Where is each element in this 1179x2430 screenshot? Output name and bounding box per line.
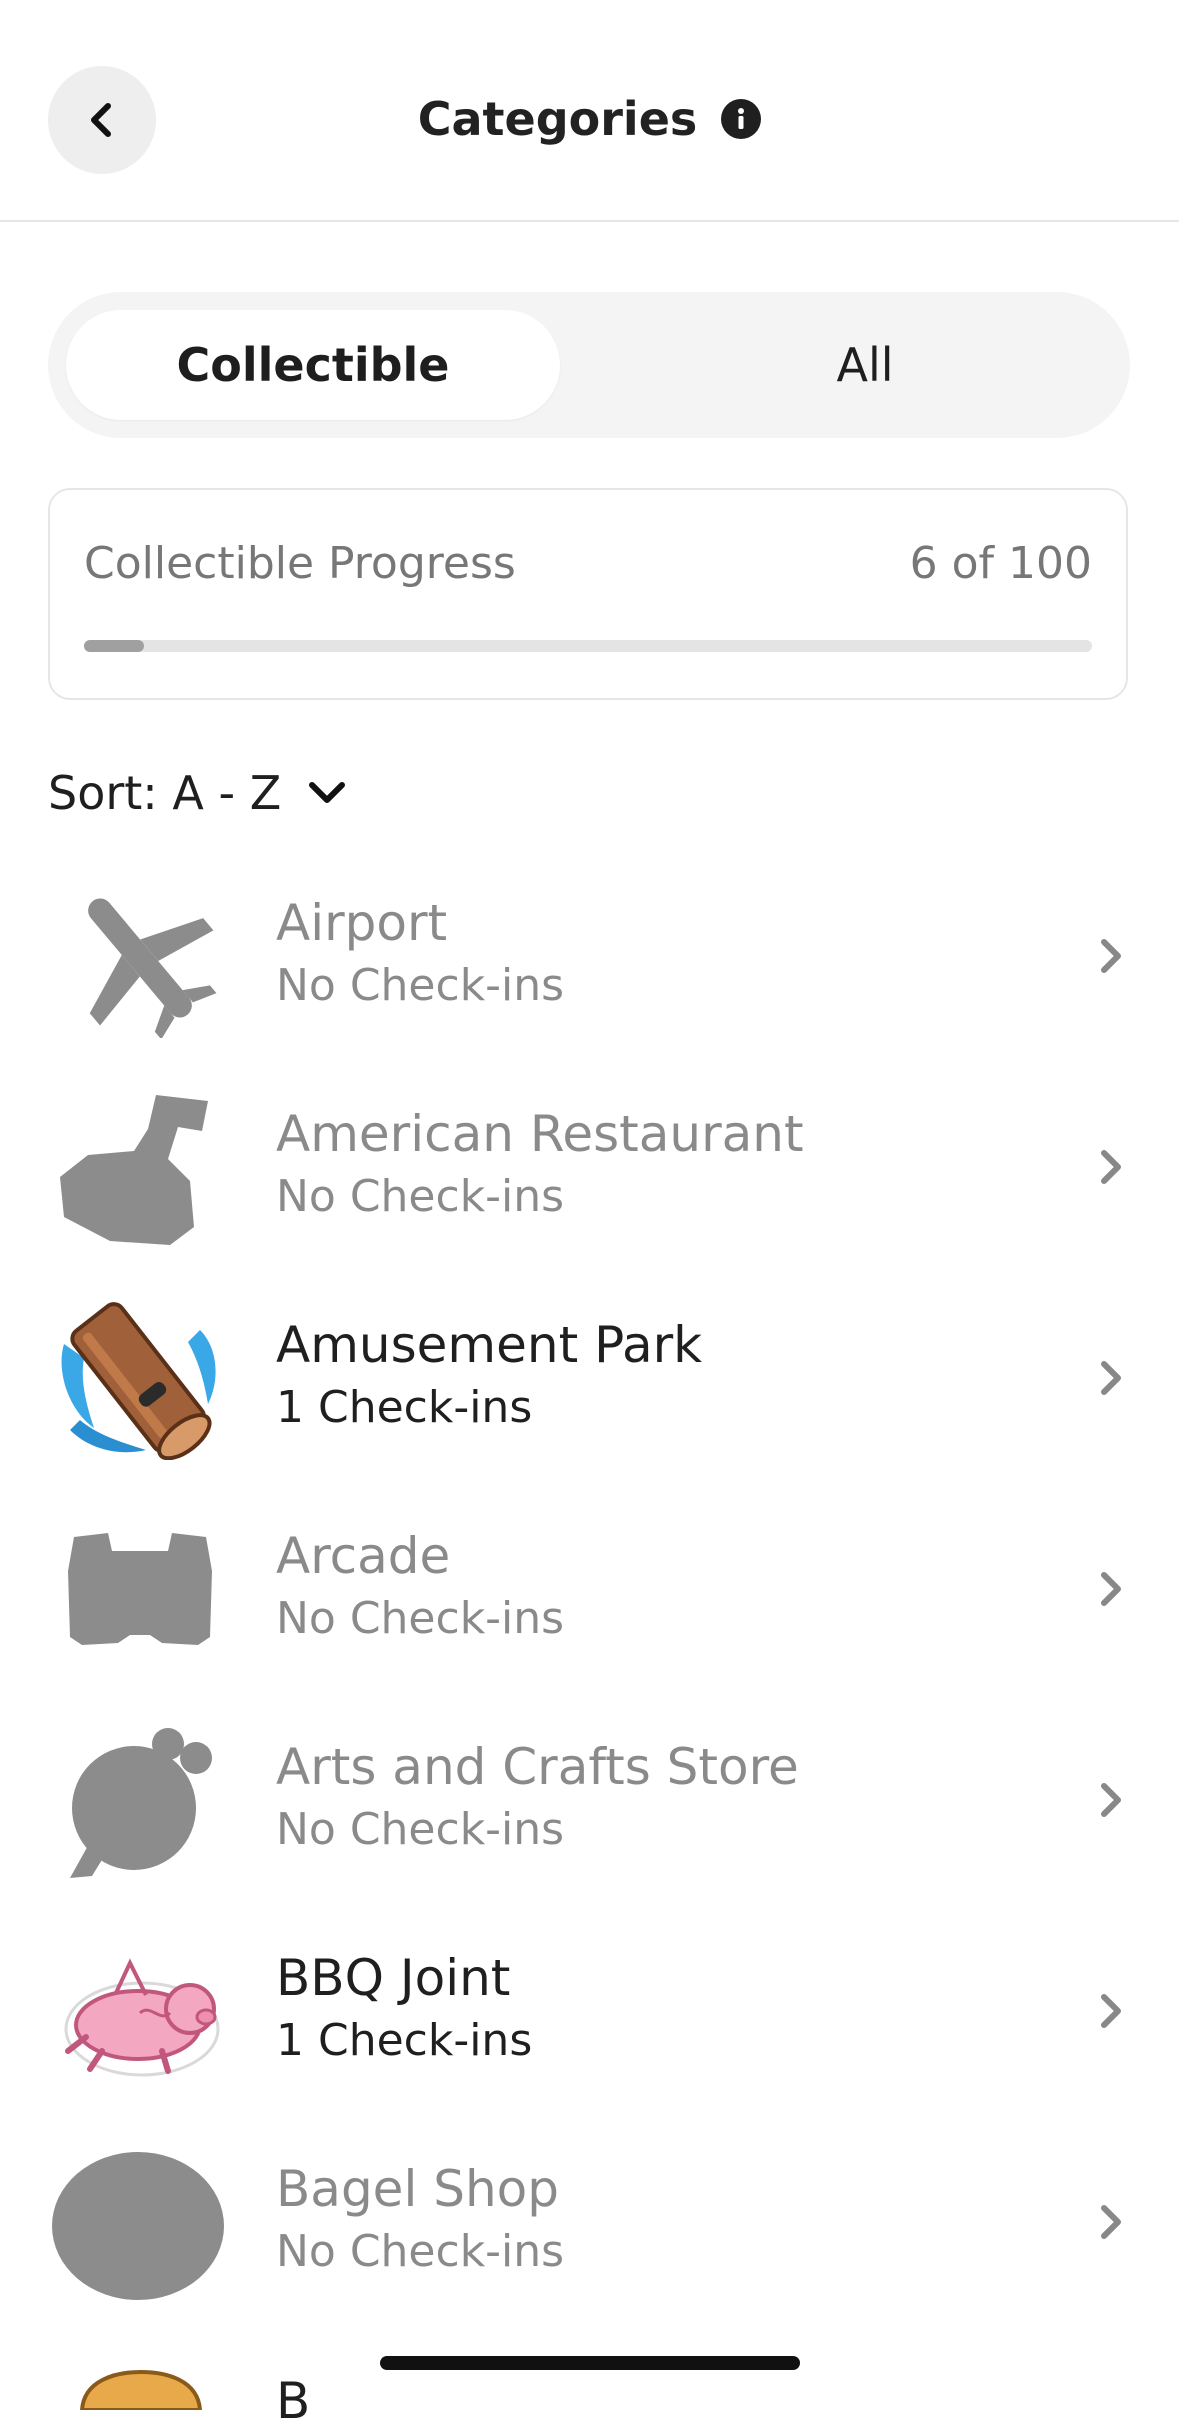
category-name: Arts and Crafts Store	[276, 1738, 799, 1796]
log-flume-icon	[61, 1302, 216, 1460]
info-icon[interactable]	[721, 99, 762, 139]
category-status: 1 Check-ins	[276, 1382, 533, 1433]
chevron-right-icon	[1101, 939, 1121, 973]
progress-bar-fill	[84, 640, 145, 652]
arcade-icon	[68, 1533, 212, 1645]
segmented-control: Collectible All	[48, 292, 1130, 438]
header: Categories	[0, 0, 1179, 222]
chevron-right-icon	[1101, 1572, 1121, 1606]
pig-icon	[64, 1958, 220, 2077]
bakery-icon	[79, 2370, 203, 2410]
list-item[interactable]: BBQ Joint 1 Check-ins	[0, 1905, 1179, 2116]
list-item[interactable]: Airport No Check-ins	[0, 850, 1179, 1061]
category-status: No Check-ins	[276, 960, 565, 1011]
chevron-down-icon	[309, 782, 346, 803]
list-item[interactable]: Amusement Park 1 Check-ins	[0, 1272, 1179, 1483]
tab-collectible[interactable]: Collectible	[66, 310, 560, 420]
category-status: No Check-ins	[276, 2226, 565, 2277]
progress-bar	[84, 640, 1092, 652]
list-item[interactable]: Bagel Shop No Check-ins	[0, 2116, 1179, 2327]
progress-label: Collectible Progress	[84, 538, 516, 589]
category-name: Arcade	[276, 1527, 451, 1585]
restaurant-icon	[60, 1095, 208, 1245]
tab-all[interactable]: All	[618, 310, 1112, 420]
chevron-right-icon	[1101, 2205, 1121, 2239]
yarn-icon	[70, 1728, 212, 1878]
list-item-partial: B	[276, 2372, 311, 2430]
sort-control[interactable]: Sort: A - Z	[48, 766, 347, 820]
category-name: American Restaurant	[276, 1105, 804, 1163]
chevron-right-icon	[1101, 1783, 1121, 1817]
list-item[interactable]: Arts and Crafts Store No Check-ins	[0, 1694, 1179, 1905]
page-title: Categories	[417, 92, 698, 146]
airplane-icon	[88, 898, 217, 1038]
category-list: Airport No Check-ins American Restaurant…	[0, 850, 1179, 2327]
list-item[interactable]: Arcade No Check-ins	[0, 1483, 1179, 1694]
home-indicator	[380, 2356, 800, 2370]
collectible-progress-card: Collectible Progress 6 of 100	[48, 488, 1128, 700]
title-area: Categories	[0, 84, 1179, 154]
progress-count: 6 of 100	[909, 538, 1092, 589]
chevron-right-icon	[1101, 1361, 1121, 1395]
category-status: 1 Check-ins	[276, 2015, 533, 2066]
bagel-icon	[52, 2152, 224, 2300]
category-name: BBQ Joint	[276, 1949, 511, 2007]
chevron-right-icon	[1101, 1150, 1121, 1184]
chevron-right-icon	[1101, 1994, 1121, 2028]
category-status: No Check-ins	[276, 1593, 565, 1644]
category-name: Amusement Park	[276, 1316, 703, 1374]
category-name: Bagel Shop	[276, 2160, 559, 2218]
sort-label: Sort: A - Z	[48, 766, 282, 820]
category-status: No Check-ins	[276, 1804, 565, 1855]
category-name: Airport	[276, 894, 448, 952]
list-item[interactable]: American Restaurant No Check-ins	[0, 1061, 1179, 1272]
category-status: No Check-ins	[276, 1171, 565, 1222]
